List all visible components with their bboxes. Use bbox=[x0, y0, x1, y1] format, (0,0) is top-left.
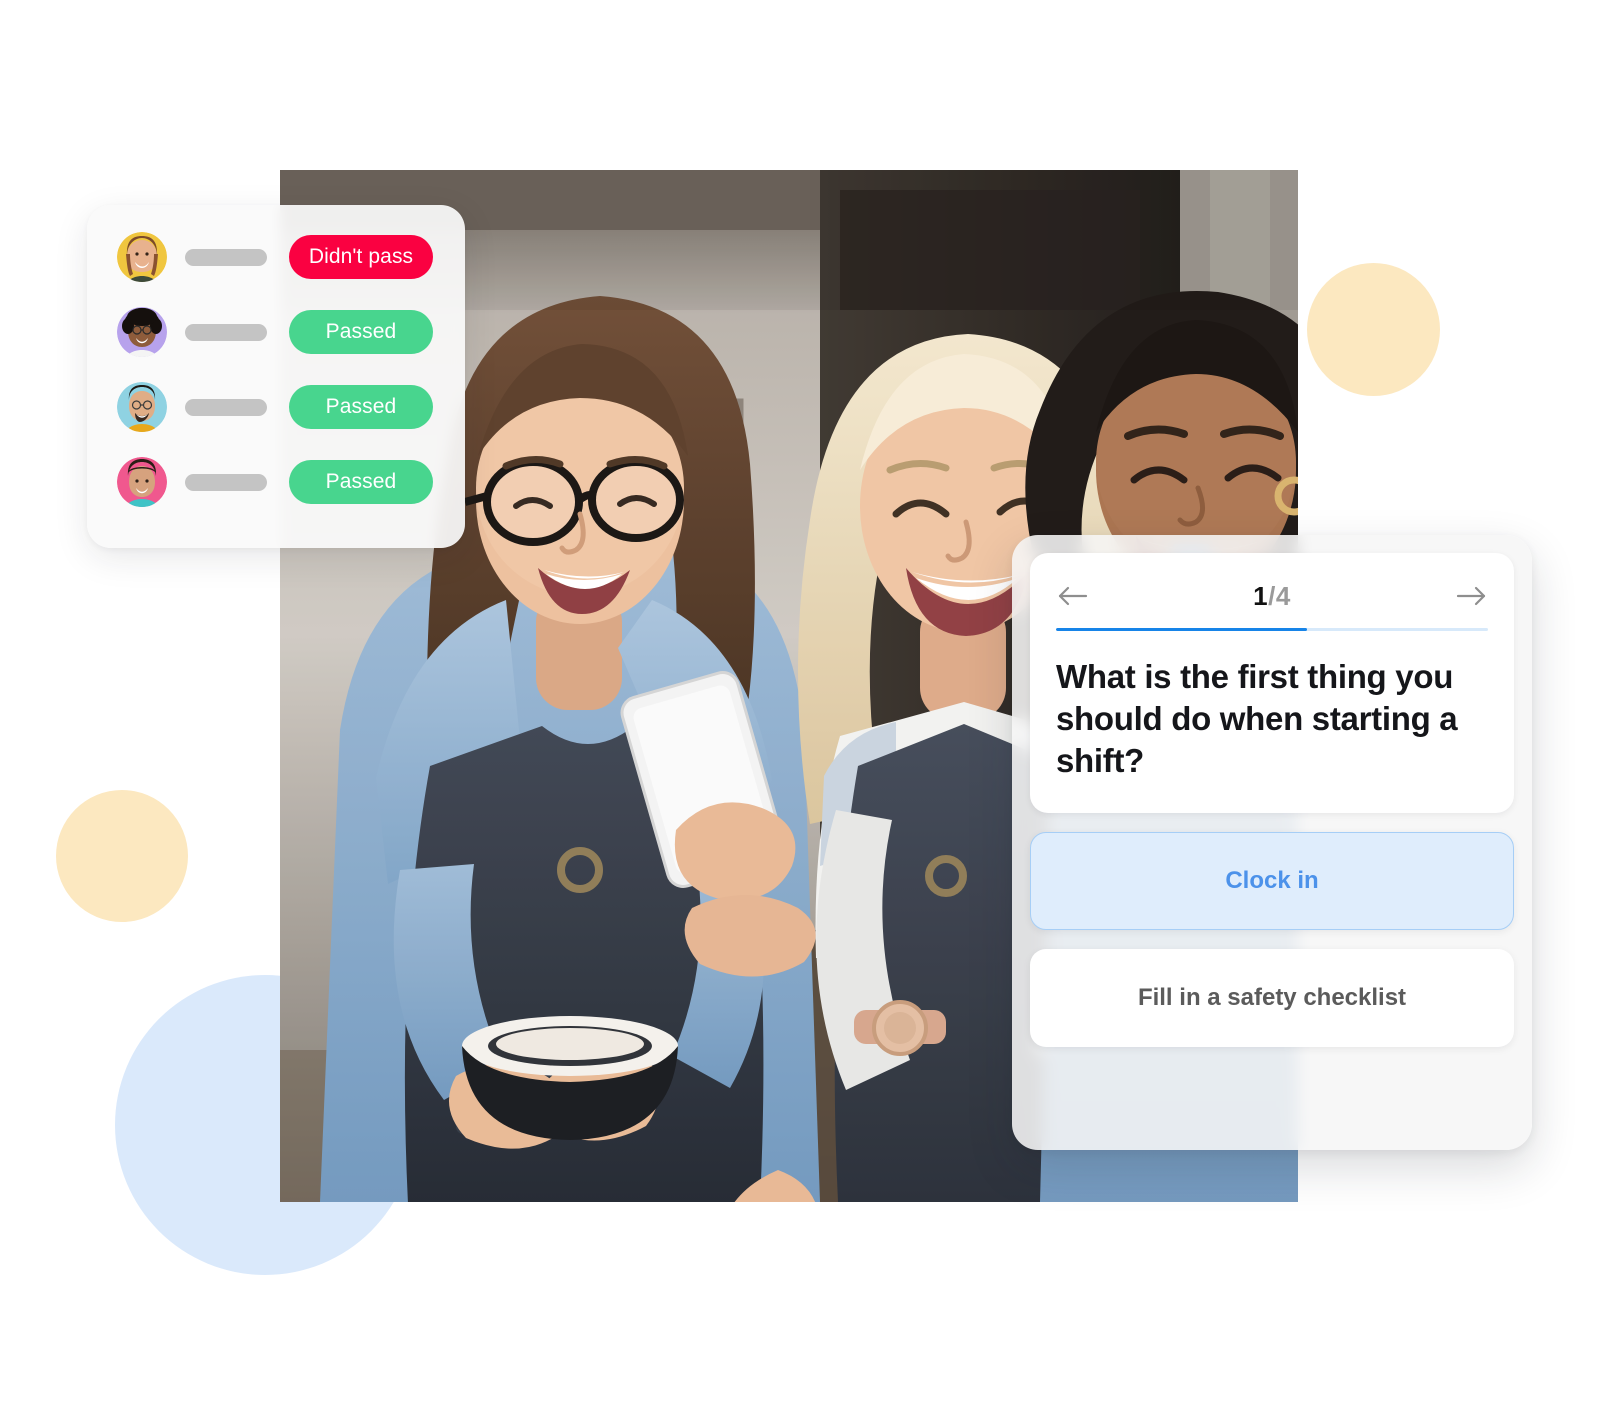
status-badge: Didn't pass bbox=[289, 235, 433, 279]
status-badge: Passed bbox=[289, 460, 433, 504]
table-row[interactable]: Passed bbox=[87, 382, 465, 432]
cream-circle-right-decoration bbox=[1307, 263, 1440, 396]
quiz-progress-fill bbox=[1056, 628, 1307, 631]
name-placeholder bbox=[185, 248, 267, 266]
quiz-total-count: /4 bbox=[1268, 580, 1291, 611]
arrow-right-icon[interactable] bbox=[1454, 579, 1488, 613]
avatar bbox=[117, 382, 167, 432]
quiz-question-panel: 1/4 What is the first thing you should d… bbox=[1030, 553, 1514, 813]
avatar bbox=[117, 457, 167, 507]
quiz-navigation: 1/4 bbox=[1056, 573, 1488, 619]
quiz-answer-option-2[interactable]: Fill in a safety checklist bbox=[1030, 948, 1514, 1047]
arrow-left-icon[interactable] bbox=[1056, 579, 1090, 613]
status-badge: Passed bbox=[289, 310, 433, 354]
quiz-counter: 1/4 bbox=[1253, 581, 1291, 612]
avatar bbox=[117, 232, 167, 282]
quiz-progress-bar bbox=[1056, 628, 1488, 631]
quiz-card: 1/4 What is the first thing you should d… bbox=[1012, 535, 1532, 1150]
quiz-answer-option-1[interactable]: Clock in bbox=[1030, 831, 1514, 930]
scene-root: Didn't pass Passed Passed Passed 1/4 Wha… bbox=[0, 0, 1600, 1422]
quiz-question-text: What is the first thing you should do wh… bbox=[1056, 658, 1458, 780]
name-placeholder bbox=[185, 398, 267, 416]
table-row[interactable]: Didn't pass bbox=[87, 232, 465, 282]
status-badge: Passed bbox=[289, 385, 433, 429]
training-results-card: Didn't pass Passed Passed Passed bbox=[87, 205, 465, 548]
name-placeholder bbox=[185, 323, 267, 341]
table-row[interactable]: Passed bbox=[87, 457, 465, 507]
cream-circle-left-decoration bbox=[56, 790, 188, 922]
name-placeholder bbox=[185, 473, 267, 491]
table-row[interactable]: Passed bbox=[87, 307, 465, 357]
quiz-current-index: 1 bbox=[1253, 580, 1269, 611]
avatar bbox=[117, 307, 167, 357]
